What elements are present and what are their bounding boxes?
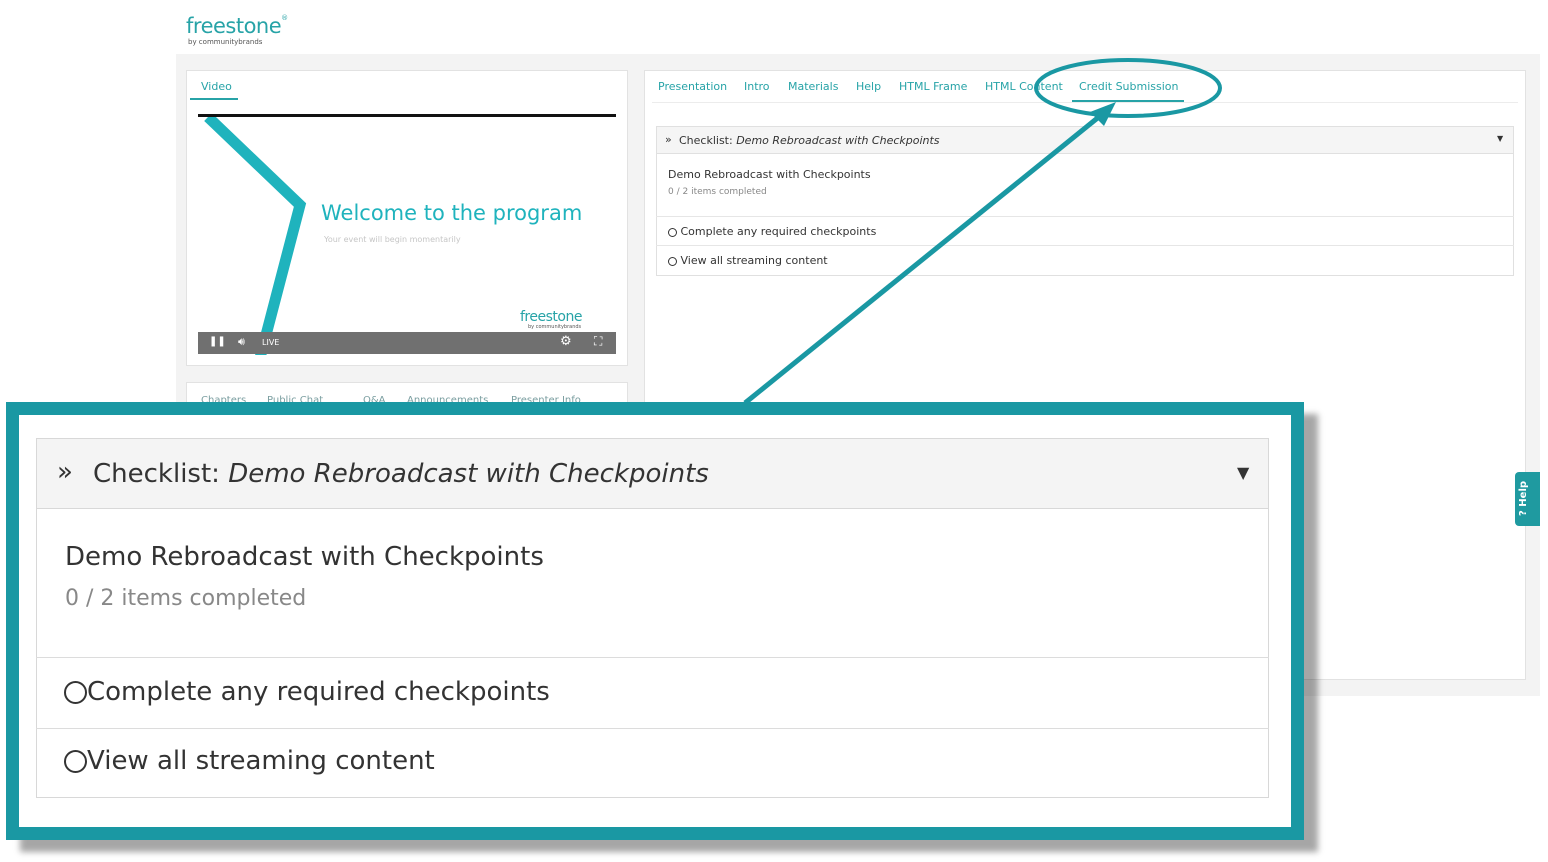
- divider: [656, 245, 1514, 246]
- slide-logo-subtitle: by communitybrands: [528, 324, 582, 330]
- checklist-header[interactable]: » Checklist: Demo Rebroadcast with Check…: [36, 438, 1269, 509]
- app-header: freestone® by communitybrands: [176, 8, 1540, 54]
- circle-icon: [668, 256, 677, 266]
- tab-credit-submission[interactable]: Credit Submission: [1079, 80, 1179, 93]
- pause-icon[interactable]: ❚❚: [209, 336, 226, 347]
- fullscreen-icon[interactable]: ⛶: [594, 334, 602, 349]
- player-controls: ❚❚ 🔊︎ LIVE ⚙ ⛶: [198, 332, 616, 354]
- slide-subline: Your event will begin momentarily: [324, 235, 461, 244]
- checklist-label: Checklist: Demo Rebroadcast with Checkpo…: [93, 459, 709, 489]
- checklist-progress-small: 0 / 2 items completed: [668, 187, 767, 197]
- checklist-item-small[interactable]: View all streaming content: [668, 254, 828, 267]
- logo-subtitle: by communitybrands: [188, 38, 263, 46]
- circle-icon: [668, 227, 677, 237]
- checklist-title: Demo Rebroadcast with Checkpoints: [65, 542, 544, 572]
- freestone-logo[interactable]: freestone®: [186, 14, 288, 38]
- tab-presentation[interactable]: Presentation: [658, 80, 727, 93]
- double-chevron-right-icon: »: [57, 457, 73, 487]
- caret-down-icon[interactable]: ▼: [1497, 134, 1503, 143]
- logo-text: freestone: [186, 14, 282, 38]
- tab-video[interactable]: Video: [201, 80, 232, 93]
- tab-materials[interactable]: Materials: [788, 80, 838, 93]
- checklist-title-small: Demo Rebroadcast with Checkpoints: [668, 168, 871, 181]
- double-chevron-right-icon: »: [665, 133, 672, 146]
- tab-intro[interactable]: Intro: [744, 80, 770, 93]
- slide-logo: freestone: [520, 309, 582, 325]
- checklist-item[interactable]: Complete any required checkpoints: [64, 677, 550, 707]
- volume-icon[interactable]: 🔊︎: [238, 335, 245, 349]
- slide-headline: Welcome to the program: [321, 201, 583, 225]
- checklist-progress: 0 / 2 items completed: [65, 586, 307, 611]
- checklist-header-small[interactable]: » Checklist: Demo Rebroadcast with Check…: [656, 126, 1514, 154]
- checklist-item-small[interactable]: Complete any required checkpoints: [668, 225, 876, 238]
- active-tab-underline: [190, 98, 238, 100]
- tab-help[interactable]: Help: [856, 80, 881, 93]
- tab-html-frame[interactable]: HTML Frame: [899, 80, 967, 93]
- tab-html-content[interactable]: HTML Content: [985, 80, 1063, 93]
- divider: [36, 728, 1269, 729]
- circle-icon: [64, 681, 87, 704]
- live-label: LIVE: [262, 338, 280, 347]
- active-tab-underline: [1072, 100, 1184, 102]
- question-icon: ?: [1518, 510, 1529, 516]
- circle-icon: [64, 750, 87, 773]
- divider: [656, 216, 1514, 217]
- checklist-label-small: Checklist: Demo Rebroadcast with Checkpo…: [679, 134, 940, 147]
- divider: [36, 657, 1269, 658]
- help-label: Help: [1518, 480, 1529, 507]
- tabs-divider: [652, 102, 1518, 103]
- help-tab[interactable]: ? Help: [1515, 472, 1540, 526]
- caret-down-icon[interactable]: ▼: [1237, 463, 1249, 482]
- video-player[interactable]: Welcome to the program Your event will b…: [198, 114, 616, 355]
- checklist-item[interactable]: View all streaming content: [64, 746, 435, 776]
- gear-icon[interactable]: ⚙: [560, 334, 572, 349]
